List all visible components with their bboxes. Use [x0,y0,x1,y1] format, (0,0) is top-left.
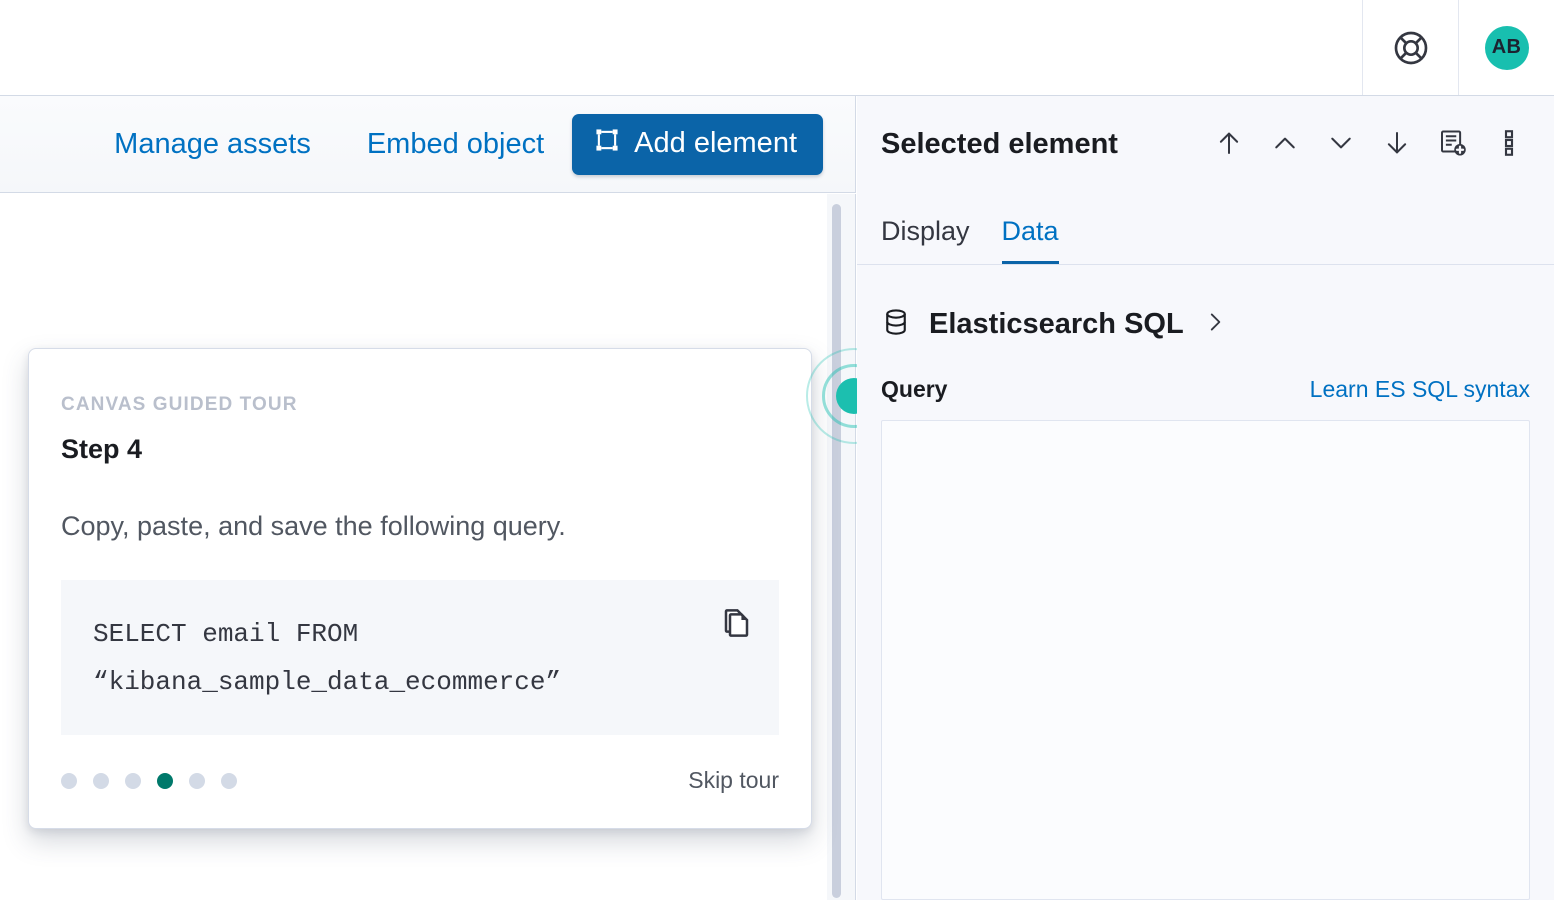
canvas-scrollbar-thumb[interactable] [832,204,841,898]
guided-tour-popover: CANVAS GUIDED TOUR Step 4 Copy, paste, a… [28,348,812,829]
vertical-dots-icon [1494,128,1524,161]
query-label: Query [881,376,948,402]
tour-eyebrow: CANVAS GUIDED TOUR [61,394,298,415]
panel-header: Selected element [857,96,1554,193]
datasource-selector[interactable]: Elasticsearch SQL [857,265,1554,342]
chevron-down-icon [1326,128,1356,161]
workpad-toolbar: Manage assets Embed object Add element [0,96,856,193]
arrow-down-icon [1382,128,1412,161]
learn-es-sql-syntax-link[interactable]: Learn ES SQL syntax [1310,376,1530,403]
tour-dot-6[interactable] [221,772,237,789]
more-options-button[interactable] [1492,126,1526,163]
tour-code-block: SELECT email FROM “kibana_sample_data_ec… [61,580,779,735]
tour-dot-5[interactable] [189,772,205,789]
bounding-box-icon [594,127,620,161]
save-as-new-element-button[interactable] [1436,126,1470,163]
tour-footer: Skip tour [61,767,779,794]
avatar: AB [1484,25,1529,70]
chevron-right-icon [1202,309,1228,340]
add-element-label: Add element [634,127,797,159]
copy-button[interactable] [717,602,757,645]
lifebuoy-icon [1391,28,1431,68]
element-settings-panel: Selected element Display Data Elasticsea… [857,96,1554,900]
move-to-back-button[interactable] [1380,126,1414,163]
datasource-name: Elasticsearch SQL [929,308,1184,340]
embed-object-link[interactable]: Embed object [339,128,572,161]
query-header-row: Query Learn ES SQL syntax [857,342,1554,403]
panel-action-bar [1212,126,1526,163]
panel-tabs: Display Data [857,193,1554,265]
move-down-button[interactable] [1324,126,1358,163]
query-input[interactable] [881,420,1530,900]
database-icon [881,307,911,342]
move-up-button[interactable] [1268,126,1302,163]
user-menu-button[interactable]: AB [1458,0,1554,95]
page-title: Selected element [881,128,1118,160]
tour-step-dots [61,772,237,789]
tour-dot-3[interactable] [125,772,141,789]
tab-data[interactable]: Data [1001,216,1059,264]
tour-step-body: Copy, paste, and save the following quer… [61,511,566,541]
add-element-button[interactable]: Add element [572,113,823,175]
tour-dot-4[interactable] [157,772,173,789]
copy-icon [721,609,753,641]
tour-dot-1[interactable] [61,772,77,789]
tour-step-title: Step 4 [61,434,143,464]
skip-tour-button[interactable]: Skip tour [688,767,779,794]
chevron-up-icon [1270,128,1300,161]
help-menu-button[interactable] [1362,0,1458,95]
tab-display[interactable]: Display [881,216,970,264]
tour-dot-2[interactable] [93,772,109,789]
move-to-front-button[interactable] [1212,126,1246,163]
manage-assets-link[interactable]: Manage assets [86,128,339,161]
tour-code-text: SELECT email FROM “kibana_sample_data_ec… [93,619,562,697]
document-plus-icon [1438,128,1468,161]
arrow-up-icon [1214,128,1244,161]
global-header: AB [0,0,1554,96]
